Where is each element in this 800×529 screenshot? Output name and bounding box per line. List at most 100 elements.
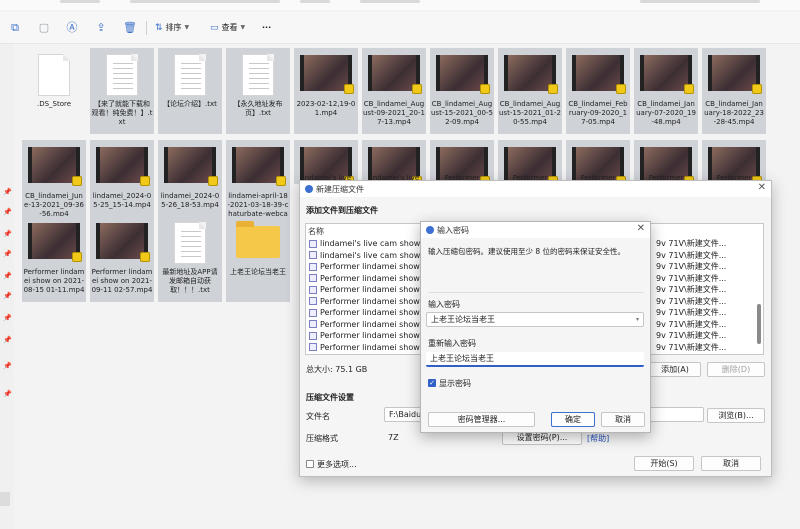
pin-icon[interactable]: 📌 <box>3 250 12 258</box>
file-tile[interactable]: 上老王论坛当老王 <box>226 216 290 302</box>
paste-icon[interactable]: ▢ <box>37 21 51 35</box>
player-badge-icon <box>684 84 694 94</box>
dialog-title: 新建压缩文件 <box>316 185 364 194</box>
player-badge-icon <box>276 176 286 186</box>
password-manager-button[interactable]: 密码管理器... <box>428 412 535 427</box>
help-link[interactable]: [帮助] <box>587 433 609 444</box>
text-file-icon <box>38 54 70 96</box>
copy-icon[interactable]: ⧉ <box>8 21 22 35</box>
file-tile[interactable]: CB_lindamei_June-13-2021_09-36-56.mp4 <box>22 140 86 226</box>
file-tile[interactable]: 最新地址及APP请发邮箱自动获取！！！.txt <box>158 216 222 302</box>
file-tile[interactable]: CB_lindamei_January-07-2020_19-48.mp4 <box>634 48 698 134</box>
file-tile[interactable]: Performer <box>430 140 494 186</box>
ok-button[interactable]: 确定 <box>551 412 595 427</box>
file-tile[interactable]: CB_lindamei_August-09-2021_20-17-13.mp4 <box>362 48 426 134</box>
list-item[interactable]: lindamei's live cam show re <box>309 250 431 261</box>
pin-icon[interactable]: 📌 <box>3 336 12 344</box>
list-item[interactable]: 最新地址及APP请发邮箱自动获 <box>309 353 431 356</box>
video-file-icon <box>309 320 317 328</box>
password-hint: 输入压缩包密码。建议使用至少 8 位的密码来保证安全性。 <box>428 247 626 256</box>
browse-button[interactable]: 浏览(B)... <box>707 408 765 423</box>
start-button[interactable]: 开始(S) <box>634 456 694 471</box>
file-tile[interactable]: .DS_Store <box>22 48 86 134</box>
pin-icon[interactable]: 📌 <box>3 314 12 322</box>
list-item[interactable]: lindamei's live cam show re <box>309 238 431 249</box>
chevron-down-icon[interactable]: ▾ <box>636 313 639 326</box>
player-badge-icon <box>140 176 150 186</box>
cancel-button[interactable]: 取消 <box>601 412 645 427</box>
file-tile[interactable]: Performer <box>634 140 698 186</box>
file-tile[interactable]: lindamei-april-18-2021-03-18-39-chaturba… <box>226 140 290 226</box>
share-icon[interactable]: ⇪ <box>94 21 108 35</box>
file-tile[interactable]: Performer <box>566 140 630 186</box>
list-item[interactable]: Performer lindamei show or <box>309 319 431 330</box>
list-item[interactable]: Performer lindamei show or <box>309 296 431 307</box>
more-button[interactable]: ··· <box>262 21 271 35</box>
column-header-name[interactable]: 名称 <box>308 226 324 237</box>
file-tile[interactable]: Performer <box>702 140 766 186</box>
file-tile[interactable]: 【来了就能下载和观看！纯免费！】.txt <box>90 48 154 134</box>
list-item-path: 9v 71V\新建文件... <box>656 285 727 294</box>
file-tile[interactable]: 【永久地址发布页】.txt <box>226 48 290 134</box>
text-file-icon <box>309 355 317 356</box>
delete-icon[interactable]: 🗑 <box>123 21 137 35</box>
video-thumbnail-icon <box>640 55 694 94</box>
video-file-icon <box>309 331 317 340</box>
video-file-icon <box>309 262 317 271</box>
file-tile[interactable]: 2023-02-12,19-01.mp4 <box>294 48 358 134</box>
list-item-name: Performer lindamei show or <box>320 342 431 352</box>
cancel-button[interactable]: 取消 <box>701 456 761 471</box>
file-tile[interactable]: lindamei's live <box>362 140 426 186</box>
pin-icon[interactable]: 📌 <box>3 292 12 300</box>
file-tile[interactable]: CB_lindamei_February-09-2020_17-05.mp4 <box>566 48 630 134</box>
list-item[interactable]: Performer lindamei show or <box>309 273 431 284</box>
file-tile[interactable]: CB_lindamei_August-15-2021_01-20-55.mp4 <box>498 48 562 134</box>
file-tile[interactable]: Performer lindamei show on 2021-08-15 01… <box>22 216 86 302</box>
file-tile[interactable]: lindamei_2024-05-26_18-53.mp4 <box>158 140 222 226</box>
pin-icon[interactable]: 📌 <box>3 208 12 216</box>
pin-icon[interactable]: 📌 <box>3 230 12 238</box>
app-icon <box>305 185 313 193</box>
list-item[interactable]: Performer lindamei show or <box>309 307 431 318</box>
delete-button[interactable]: 删除(D) <box>707 362 765 377</box>
format-select[interactable]: 7Z <box>388 433 399 442</box>
pin-icon[interactable]: 📌 <box>3 188 12 196</box>
close-icon[interactable]: ✕ <box>758 182 766 193</box>
list-item[interactable]: Performer lindamei show or <box>309 330 431 341</box>
view-button[interactable]: ▭ 查看 ▼ <box>210 21 245 35</box>
player-badge-icon <box>140 252 150 262</box>
file-tile[interactable]: CB_lindamei_January-18-2022_23-28-45.mp4 <box>702 48 766 134</box>
more-options-checkbox[interactable] <box>306 460 314 468</box>
file-tile[interactable]: lindamei_2024-05-25_15-14.mp4 <box>90 140 154 226</box>
pin-icon[interactable]: 📌 <box>3 390 12 398</box>
list-item[interactable]: Performer lindamei show or <box>309 342 431 353</box>
file-name: CB_lindamei_January-18-2022_23-28-45.mp4 <box>704 100 764 126</box>
file-tile[interactable]: CB_lindamei_August-15-2021_00-52-09.mp4 <box>430 48 494 134</box>
close-icon[interactable]: ✕ <box>637 223 645 234</box>
repeat-password-field[interactable]: 上老王论坛当老王 <box>426 352 644 367</box>
file-tile[interactable]: lindamei's live <box>294 140 358 186</box>
list-scrollbar[interactable] <box>757 304 761 344</box>
file-tile[interactable]: Performer <box>498 140 562 186</box>
file-tile[interactable]: 【论坛介绍】.txt <box>158 48 222 134</box>
sort-button[interactable]: ⇅ 排序 ▼ <box>155 21 189 35</box>
add-button[interactable]: 添加(A) <box>649 362 701 377</box>
file-tile[interactable]: Performer lindamei show on 2021-09-11 02… <box>90 216 154 302</box>
video-thumbnail-icon <box>232 147 286 186</box>
video-thumbnail-icon <box>368 55 422 94</box>
list-item[interactable]: Performer lindamei show or <box>309 261 431 272</box>
nav-selected-item[interactable] <box>0 492 10 506</box>
file-name: CB_lindamei_February-09-2020_17-05.mp4 <box>568 100 628 126</box>
pin-icon[interactable]: 📌 <box>3 362 12 370</box>
pin-icon[interactable]: 📌 <box>3 272 12 280</box>
more-options-label[interactable]: 更多选项... <box>317 459 357 470</box>
show-password-label[interactable]: 显示密码 <box>439 378 471 389</box>
list-item-path: 9v 71V\新建文件... <box>656 308 727 317</box>
rename-icon[interactable]: Ⓐ <box>65 21 79 35</box>
list-item[interactable]: Performer lindamei show or <box>309 284 431 295</box>
video-file-icon <box>309 239 317 248</box>
show-password-checkbox[interactable]: ✓ <box>428 379 436 387</box>
dialog-title: 输入密码 <box>437 226 469 235</box>
password-field[interactable]: 上老王论坛当老王 ▾ <box>426 312 644 327</box>
video-thumbnail-icon <box>436 55 490 94</box>
